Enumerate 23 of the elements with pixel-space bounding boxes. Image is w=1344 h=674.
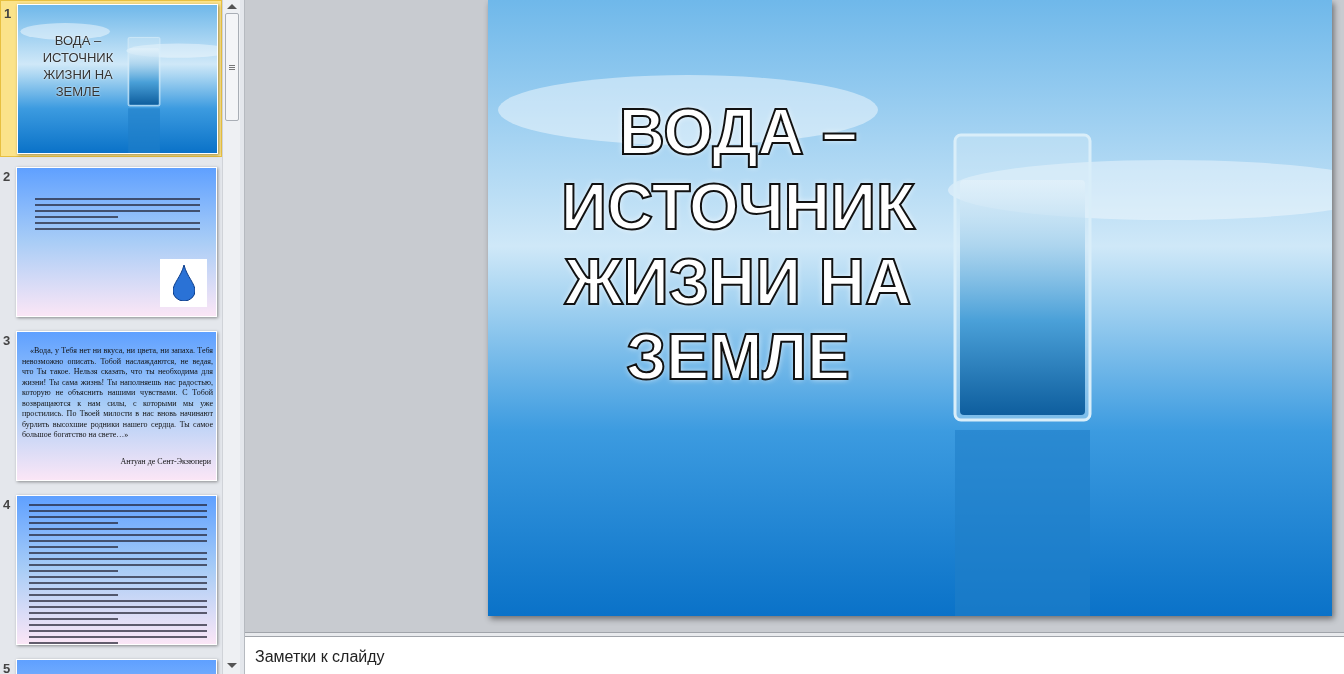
slide-number: 4	[2, 496, 12, 514]
scroll-down-arrow-icon[interactable]	[226, 663, 237, 668]
slide-title: ВОДА –	[54, 32, 102, 49]
slide-title: ЖИЗНИ НА	[564, 245, 912, 320]
quote-text: «Вода, у Тебя нет ни вкуса, ни цвета, ни запаха. Тебя невозможно описать. Тобой наслаждаются, не ведая, что Ты такое. Нельзя сказать, что ты необходима для жизни! Ты сама жизнь! Ты наполняешь нас радостью, которую не объяснить нашими чувствами. С Тобой возвращаются к нам силы, с которыми мы уже простились. По Твоей милости в нас вновь начинают бурлить высохшие родники нашего сердца. Ты самое большое богатство на свете…»	[22, 346, 213, 441]
slide-title: ЗЕМЛЕ	[626, 320, 850, 395]
slide-thumbnail[interactable]	[16, 167, 217, 317]
slide-thumbnail[interactable]: ВОДА – ИСТОЧНИК ЖИЗНИ НА ЗЕМЛЕ	[17, 4, 218, 154]
quote-author: Антуан де Сент-Экзюпери	[120, 456, 211, 468]
slide-title: ЗЕМЛЕ	[55, 83, 101, 100]
slide-number: 3	[2, 332, 12, 350]
slide-title: ИСТОЧНИК	[42, 49, 114, 66]
scroll-thumb[interactable]	[224, 13, 239, 121]
slide-title: ЖИЗНИ НА	[43, 66, 113, 83]
slide-thumbnail[interactable]	[16, 331, 217, 481]
water-drop-picture	[160, 259, 207, 307]
slide-number: 5	[2, 660, 12, 674]
slide-number: 2	[2, 168, 12, 186]
slide-title: ВОДА –	[618, 95, 858, 170]
slide-title: ИСТОЧНИК	[560, 170, 916, 245]
slide-number: 1	[3, 5, 13, 23]
scrollbar[interactable]	[222, 0, 240, 674]
slide-thumbnail[interactable]	[16, 495, 217, 645]
